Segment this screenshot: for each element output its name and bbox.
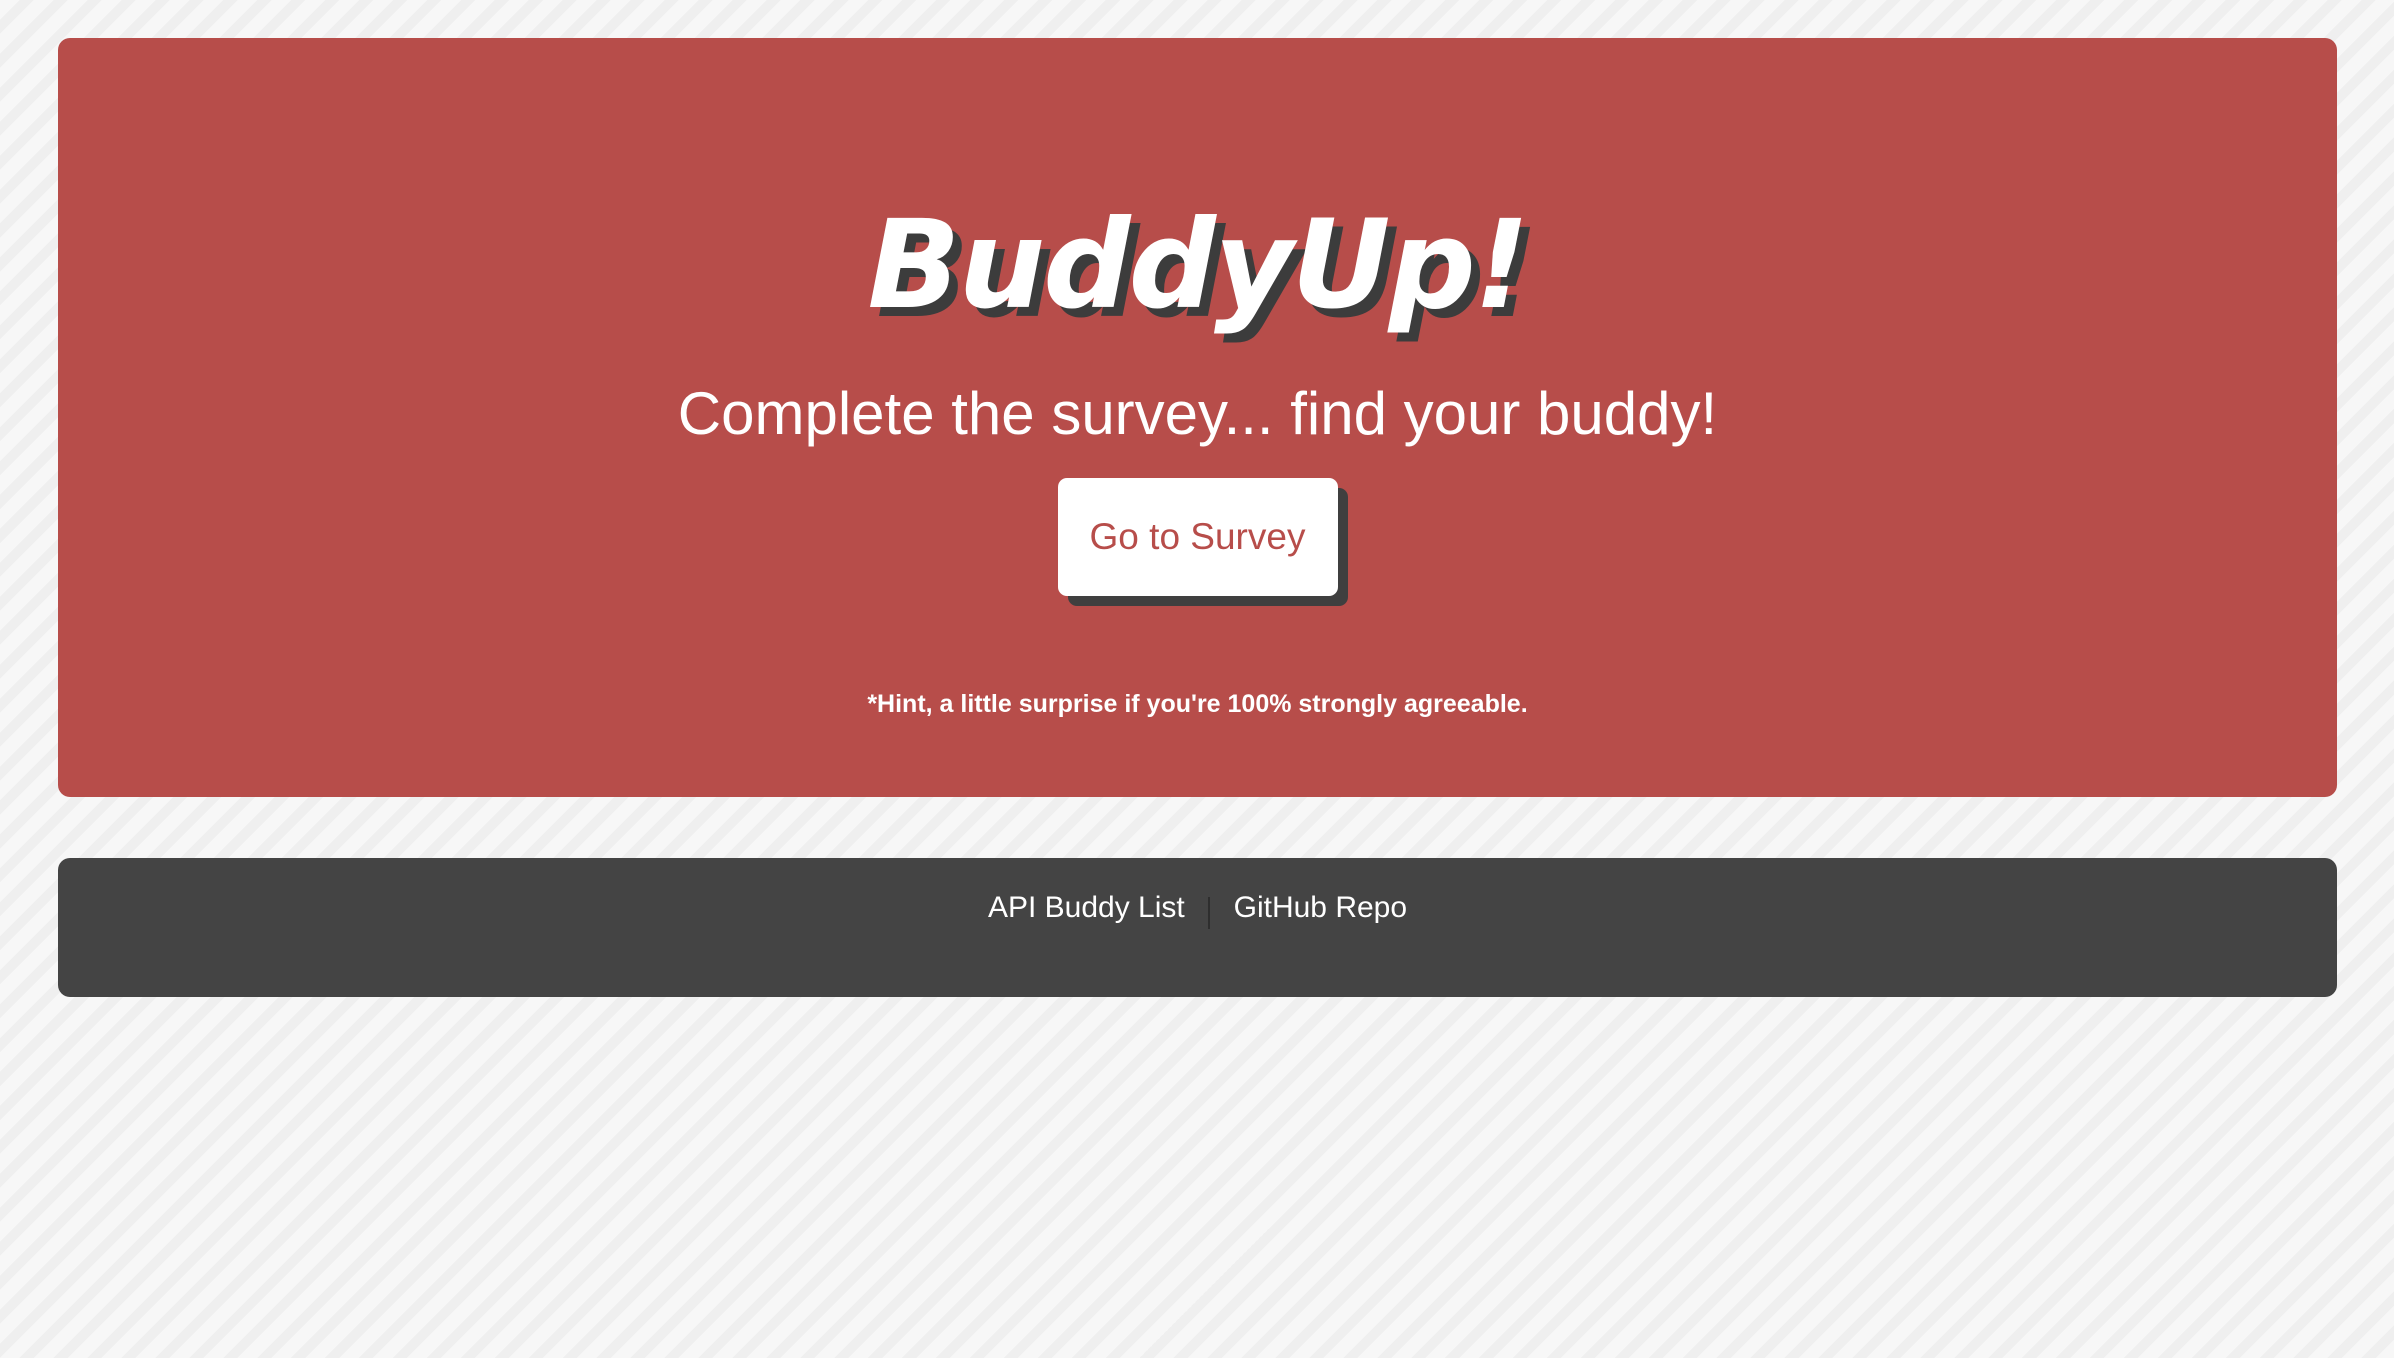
go-to-survey-button[interactable]: Go to Survey xyxy=(1057,478,1338,596)
hero-panel: BuddyUp! Complete the survey... find you… xyxy=(58,38,2337,797)
footer-divider xyxy=(1208,896,1211,929)
footer-links: API Buddy List GitHub Repo xyxy=(58,858,2337,958)
tagline: Complete the survey... find your buddy! xyxy=(677,380,1718,447)
brand-title: BuddyUp! xyxy=(867,194,1529,336)
cta-container: Go to Survey xyxy=(58,478,2337,596)
github-repo-link[interactable]: GitHub Repo xyxy=(1234,891,1407,924)
hint-text: *Hint, a little surprise if you're 100% … xyxy=(867,690,1528,718)
api-buddy-list-link[interactable]: API Buddy List xyxy=(988,891,1185,924)
footer-bar: API Buddy List GitHub Repo xyxy=(58,858,2337,997)
